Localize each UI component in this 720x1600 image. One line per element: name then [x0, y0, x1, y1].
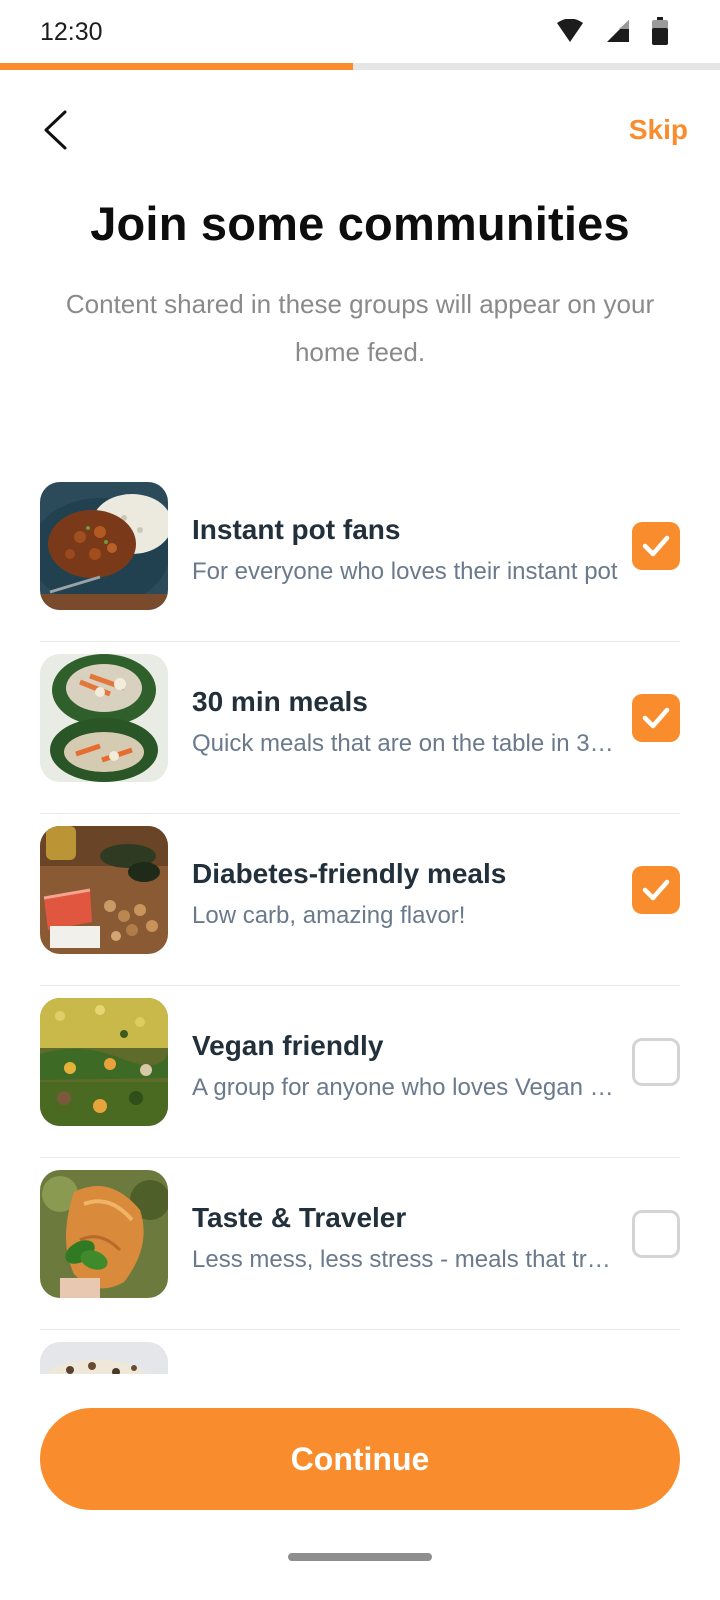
community-checkbox[interactable] [632, 522, 680, 570]
community-name: 30 min meals [192, 686, 368, 717]
community-row-partial[interactable] [40, 1330, 680, 1374]
home-indicator[interactable] [288, 1553, 432, 1561]
checkmark-icon [641, 706, 671, 730]
community-name: Taste & Traveler [192, 1202, 407, 1233]
community-description: Quick meals that are on the table in 30 … [192, 730, 620, 757]
status-time: 12:30 [40, 18, 103, 46]
community-name: Diabetes-friendly meals [192, 858, 507, 889]
community-description: Low carb, amazing flavor! [192, 902, 466, 929]
community-description: A group for anyone who loves Vegan food [192, 1074, 620, 1101]
continue-button[interactable]: Continue [40, 1408, 680, 1510]
checkmark-icon [641, 534, 671, 558]
chevron-left-icon [42, 110, 68, 155]
community-name: Instant pot fans [192, 514, 401, 545]
community-row-vegan-friendly[interactable]: Vegan friendly A group for anyone who lo… [40, 986, 680, 1158]
community-checkbox[interactable] [632, 1210, 680, 1258]
vegan-rice-salad-photo [40, 998, 168, 1126]
food-photo [40, 1342, 168, 1374]
community-list[interactable]: Instant pot fans For everyone who loves … [40, 470, 680, 1374]
status-bar: 12:30 [0, 0, 720, 64]
skip-button[interactable]: Skip [629, 114, 688, 146]
community-description: For everyone who loves their instant pot [192, 558, 618, 585]
progress-fill [0, 63, 353, 70]
battery-icon [652, 17, 668, 45]
collard-green-wrap-photo [40, 654, 168, 782]
community-name: Vegan friendly [192, 1030, 384, 1061]
salmon-nuts-avocado-photo [40, 826, 168, 954]
community-checkbox[interactable] [632, 866, 680, 914]
checkmark-icon [641, 878, 671, 902]
onboarding-progress-bar [0, 63, 720, 70]
page-title: Join some communities [90, 197, 630, 250]
community-row-diabetes-friendly-meals[interactable]: Diabetes-friendly meals Low carb, amazin… [40, 814, 680, 986]
page-subtitle: Content shared in these groups will appe… [65, 289, 655, 367]
cell-signal-icon [606, 19, 630, 43]
community-row-30-min-meals[interactable]: 30 min meals Quick meals that are on the… [40, 642, 680, 814]
community-description: Less mess, less stress - meals that trav… [192, 1246, 620, 1273]
community-checkbox[interactable] [632, 1038, 680, 1086]
wifi-icon [556, 19, 584, 43]
community-row-taste-and-traveler[interactable]: Taste & Traveler Less mess, less stress … [40, 1158, 680, 1330]
back-button[interactable] [30, 104, 80, 160]
community-row-instant-pot-fans[interactable]: Instant pot fans For everyone who loves … [40, 470, 680, 642]
status-icons [556, 17, 668, 45]
community-checkbox[interactable] [632, 694, 680, 742]
fried-dumpling-basil-photo [40, 1170, 168, 1298]
chickpea-curry-rice-photo [40, 482, 168, 610]
